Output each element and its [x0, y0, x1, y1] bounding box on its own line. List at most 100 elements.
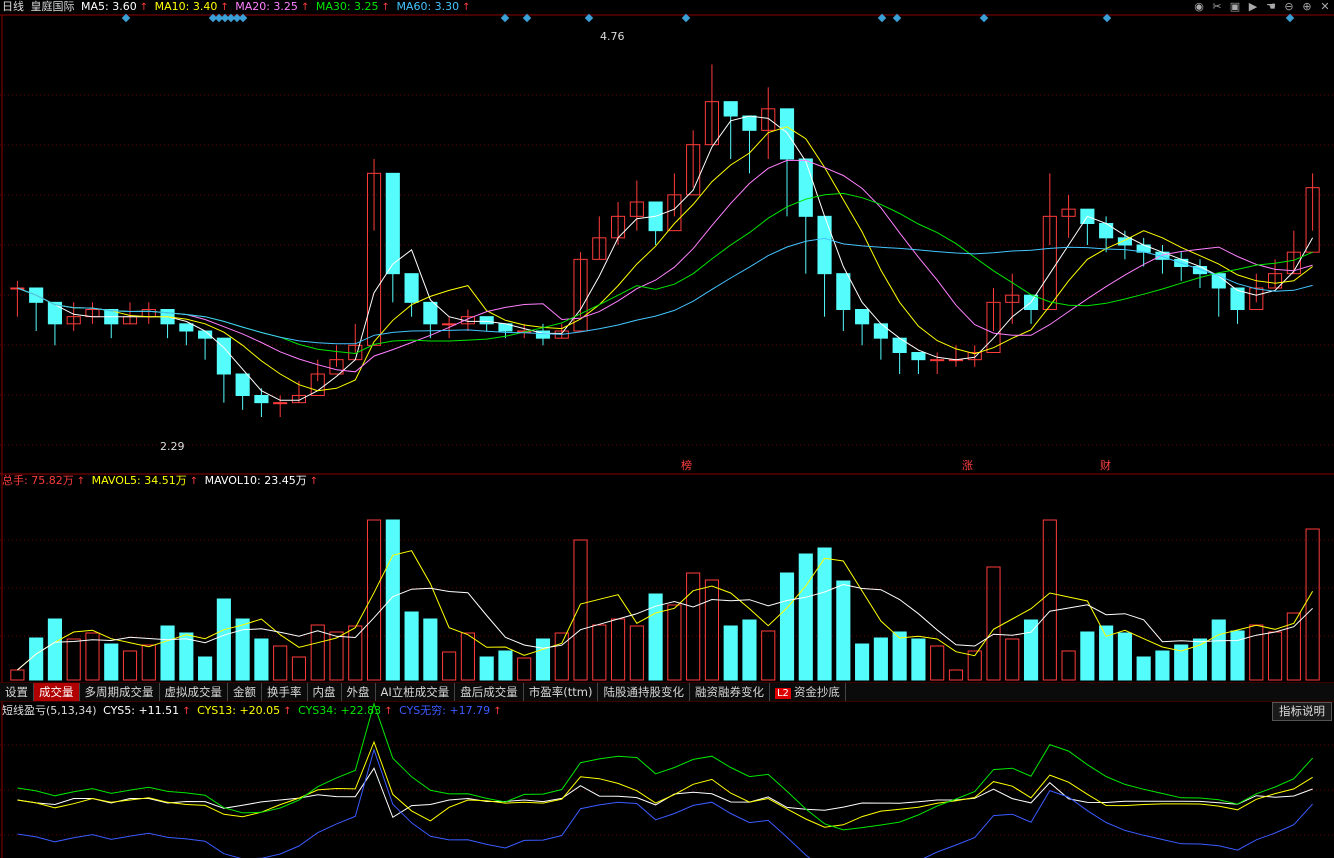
grid-lines: [0, 14, 1334, 858]
volume-bar: [742, 619, 757, 681]
play-icon[interactable]: ▶: [1246, 0, 1260, 14]
volume-bar: [235, 618, 250, 681]
event-marker-cai[interactable]: 财: [1100, 457, 1111, 473]
candle-body: [930, 359, 945, 362]
candle-body: [1099, 223, 1114, 239]
ma5-line: [17, 115, 1314, 401]
l2-badge: L2: [774, 688, 791, 699]
up-arrow-icon: ↑: [283, 706, 292, 717]
candle-body: [1117, 237, 1132, 246]
candle-body: [385, 172, 400, 275]
volume-bar: [873, 637, 888, 681]
volume-bar: [948, 669, 964, 681]
indicator-tab-bar: 设置 成交量 多周期成交量 虚拟成交量 金额 换手率 内盘 外盘 AI立桩成交量…: [0, 682, 1334, 702]
volume-bar: [1155, 650, 1170, 681]
candle-body: [442, 323, 457, 326]
cys13-value: CYS13: +20.05: [197, 704, 281, 717]
volume-bar: [366, 519, 382, 681]
volume-bar: [423, 618, 438, 681]
indicator-name[interactable]: 短线盈亏(5,13,34): [2, 704, 97, 717]
volume-bar: [198, 656, 213, 681]
candle-body: [179, 323, 194, 332]
volume-bar: [535, 638, 551, 681]
volume-bar: [1249, 624, 1264, 681]
volume-bar: [798, 553, 813, 681]
indicator-explain-button[interactable]: 指标说明: [1272, 702, 1332, 721]
tab-label: 内盘: [312, 685, 336, 699]
tab-fund-bottom[interactable]: L2 资金抄底: [770, 683, 846, 701]
volume-bar: [911, 638, 926, 681]
mavol5-value: MAVOL5: 34.51万: [91, 474, 187, 487]
tab-virtual-volume[interactable]: 虚拟成交量: [160, 683, 228, 701]
tab-margin-change[interactable]: 融资融券变化: [690, 683, 770, 701]
up-arrow-icon: ↑: [139, 2, 149, 13]
high-price-label: 4.76: [600, 30, 625, 43]
volume-bar: [1117, 632, 1132, 681]
up-arrow-icon: ↑: [384, 706, 393, 717]
volume-bar: [310, 624, 325, 681]
lock-icon[interactable]: ▣: [1228, 0, 1242, 14]
volume-bar: [1099, 625, 1114, 681]
volume-bar: [761, 630, 776, 681]
tab-label: 虚拟成交量: [164, 685, 223, 699]
ma10-line: [17, 126, 1313, 392]
tab-turnover[interactable]: 换手率: [262, 683, 308, 701]
ma5-value: MA5: 3.60: [81, 0, 137, 13]
volume-bar: [160, 625, 175, 681]
volume-bar: [1005, 638, 1020, 681]
volume-bar: [216, 598, 231, 681]
candle-body: [235, 373, 250, 396]
volume-bar: [122, 650, 138, 681]
period-label[interactable]: 日线: [2, 0, 24, 13]
event-marker-zhang[interactable]: 涨: [962, 457, 973, 473]
volume-bar: [1230, 630, 1245, 681]
event-marker-bang[interactable]: 榜: [681, 457, 692, 473]
stock-name: 皇庭国际: [30, 0, 75, 13]
cys5-line: [17, 767, 1313, 819]
tab-inner-disk[interactable]: 内盘: [308, 683, 342, 701]
tab-volume[interactable]: 成交量: [34, 683, 80, 701]
volume-bar: [442, 651, 457, 681]
tab-ai-volume[interactable]: AI立桩成交量: [376, 683, 456, 701]
volume-bar: [10, 669, 25, 681]
volume-bar: [930, 645, 945, 681]
volume-bar: [855, 643, 870, 681]
tab-label: 陆股通持股变化: [603, 685, 684, 699]
price-legend: 日线 皇庭国际 MA5: 3.60 ↑ MA10: 3.40 ↑ MA20: 3.2…: [2, 0, 474, 14]
tab-outer-disk[interactable]: 外盘: [342, 683, 376, 701]
tab-label: 金额: [233, 685, 256, 699]
candle-body: [873, 323, 888, 339]
volume-bar: [404, 611, 419, 681]
minus-icon[interactable]: ⊖: [1282, 0, 1296, 14]
volume-bar: [1080, 631, 1095, 681]
chart-canvas[interactable]: [0, 0, 1334, 858]
volume-bar: [104, 643, 119, 681]
tab-settings[interactable]: 设置: [0, 683, 34, 701]
hand-icon[interactable]: ☚: [1264, 0, 1278, 14]
toolbar-icons: ◉ ✂ ▣ ▶ ☚ ⊖ ⊕ ✕: [1192, 0, 1332, 14]
tab-label: 多周期成交量: [84, 685, 154, 699]
close-icon[interactable]: ✕: [1318, 0, 1332, 14]
volume-bar: [817, 547, 832, 681]
volume-panel: [10, 519, 1320, 681]
tab-after-hours-volume[interactable]: 盘后成交量: [455, 683, 524, 701]
tab-pe-ttm[interactable]: 市盈率(ttm): [524, 683, 599, 701]
volume-bar: [1305, 528, 1320, 681]
plus-icon[interactable]: ⊕: [1300, 0, 1314, 14]
eye-icon[interactable]: ◉: [1192, 0, 1206, 14]
volume-bar: [254, 638, 269, 681]
volume-bar: [66, 638, 81, 681]
tab-northbound-holding[interactable]: 陆股通持股变化: [598, 683, 690, 701]
volume-bar: [1042, 519, 1057, 681]
volume-bar: [1268, 631, 1283, 681]
tab-label: AI立桩成交量: [380, 685, 450, 699]
volume-bar: [460, 632, 475, 681]
candle-body: [723, 101, 738, 117]
cys34-line: [17, 702, 1313, 831]
candle-body: [836, 273, 851, 310]
up-arrow-icon: ↑: [493, 706, 502, 717]
scissors-icon[interactable]: ✂: [1210, 0, 1224, 14]
cys13-line: [17, 740, 1313, 828]
tab-amount[interactable]: 金额: [228, 683, 262, 701]
tab-multi-period-volume[interactable]: 多周期成交量: [80, 683, 160, 701]
